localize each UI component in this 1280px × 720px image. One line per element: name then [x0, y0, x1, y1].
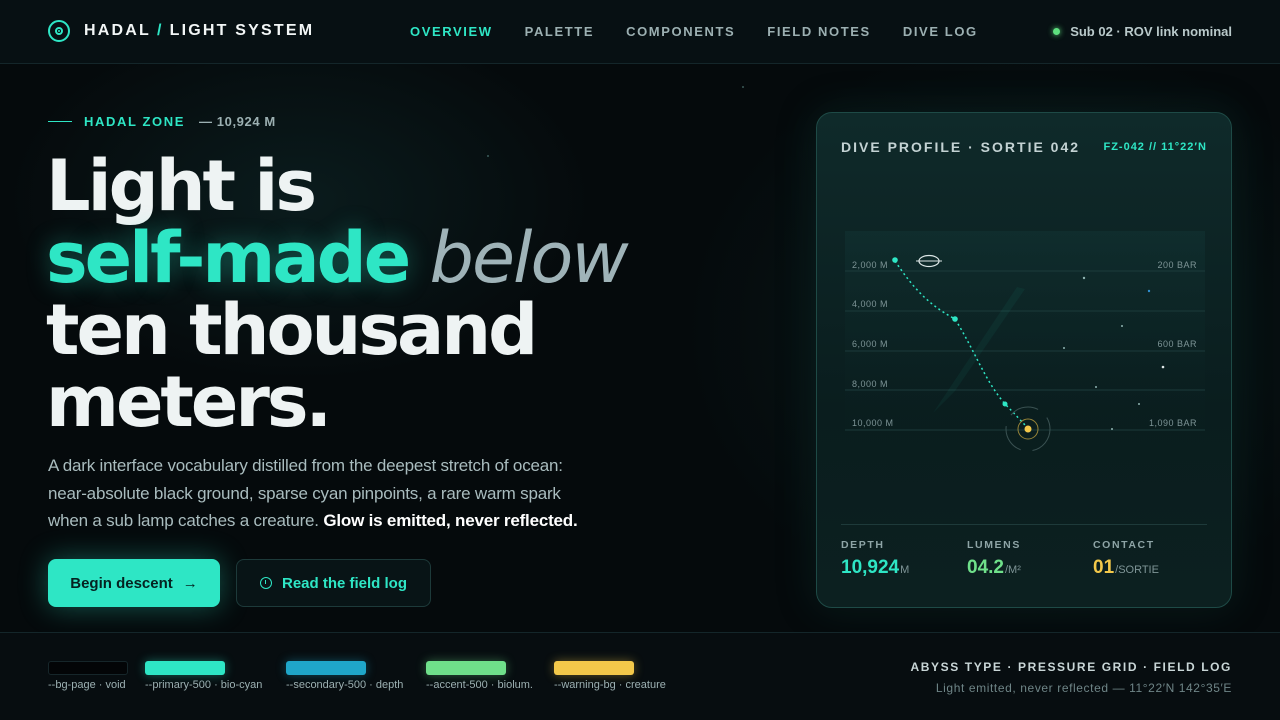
- swatch-primary[interactable]: --primary-500 · bio-cyan: [145, 661, 262, 691]
- swatch-bg-page[interactable]: --bg-page · void: [48, 661, 128, 691]
- depth-label: 10,000 M: [852, 418, 894, 428]
- swatch-label: --warning-bg · creature: [554, 679, 666, 691]
- speck: [1063, 347, 1065, 349]
- swatch-warning[interactable]: --warning-bg · creature: [554, 661, 666, 691]
- swatch-chip: [426, 661, 506, 675]
- swatch-chip: [286, 661, 366, 675]
- pressure-label: 200 BAR: [1157, 260, 1197, 270]
- top-header: HADAL / LIGHT SYSTEM OVERVIEW PALETTE COMP…: [0, 0, 1280, 64]
- stat-value: 10,924M: [841, 557, 910, 578]
- swatch-label: --primary-500 · bio-cyan: [145, 679, 263, 691]
- swatch-label: --bg-page · void: [48, 679, 126, 691]
- speck: [1095, 386, 1097, 388]
- stat-depth: DEPTH 10,924M: [841, 539, 909, 579]
- headline-accent: self-made: [46, 217, 411, 299]
- hero-headline: Light is self-made below ten thousand me…: [46, 145, 629, 443]
- waypoint: [892, 257, 898, 263]
- pressure-label: 600 BAR: [1157, 339, 1197, 349]
- begin-descent-button[interactable]: Begin descent →: [48, 559, 220, 607]
- status-text: Sub 02 · ROV link nominal: [1070, 24, 1232, 39]
- depth-label: 2,000 M: [852, 260, 888, 270]
- swatch-chip: [48, 661, 128, 675]
- brand-name: HADAL / LIGHT SYSTEM: [84, 22, 315, 39]
- swatch-chip: [145, 661, 225, 675]
- begin-descent-label: Begin descent: [70, 574, 173, 592]
- depth-label: 4,000 M: [852, 299, 888, 309]
- link-status: Sub 02 · ROV link nominal: [1053, 24, 1232, 39]
- nav-item-palette[interactable]: PALETTE: [525, 24, 594, 39]
- stat-label: CONTACT: [1093, 539, 1155, 551]
- nav-item-overview[interactable]: OVERVIEW: [410, 24, 493, 39]
- main-nav: OVERVIEW PALETTE COMPONENTS FIELD NOTES …: [410, 24, 978, 39]
- stat-label: LUMENS: [967, 539, 1021, 551]
- dive-profile-card: DIVE PROFILE · SORTIE 042 FZ-042 // 11°2…: [816, 112, 1232, 608]
- pressure-label: 1,090 BAR: [1149, 418, 1197, 428]
- hero-lede: A dark interface vocabulary distilled fr…: [48, 452, 588, 535]
- stat-contact: CONTACT 01/SORTIE: [1093, 539, 1159, 579]
- swatch-accent[interactable]: --accent-500 · biolum.: [426, 661, 533, 691]
- headline-italic: below: [429, 217, 629, 299]
- footer-subtitle: Light emitted, never reflected — 11°22′N…: [935, 681, 1232, 695]
- depth-label: 6,000 M: [852, 339, 888, 349]
- card-id: FZ-042 // 11°22′N: [1103, 141, 1207, 153]
- clock-icon: [259, 577, 272, 589]
- stat-lumens: LUMENS 04.2/M²: [967, 539, 1021, 579]
- speck: [1147, 289, 1151, 293]
- waypoint: [1002, 401, 1008, 407]
- depth-label: 8,000 M: [852, 379, 888, 389]
- particle: [742, 86, 744, 88]
- headline-line-2: self-made below: [46, 222, 629, 294]
- waypoint: [952, 316, 958, 322]
- speck: [1121, 325, 1123, 327]
- card-title: DIVE PROFILE · SORTIE 042: [841, 139, 1081, 155]
- swatch-label: --accent-500 · biolum.: [426, 679, 533, 691]
- swatch-label: --secondary-500 · depth: [286, 679, 404, 691]
- card-divider: [841, 524, 1207, 525]
- eyebrow-depth: — 10,924 M: [198, 114, 276, 129]
- palette-footer: --bg-page · void --primary-500 · bio-cya…: [0, 632, 1280, 720]
- headline-line-1: Light is: [46, 145, 317, 227]
- eyebrow-rule: [48, 121, 72, 122]
- lede-emphasis: Glow is emitted, never reflected.: [323, 511, 578, 530]
- stat-value: 04.2/M²: [967, 557, 1021, 578]
- eyebrow: HADAL ZONE — 10,924 M: [48, 114, 276, 129]
- nav-item-field-notes[interactable]: FIELD NOTES: [767, 24, 871, 39]
- swatch-secondary[interactable]: --secondary-500 · depth: [286, 661, 403, 691]
- stat-value: 01/SORTIE: [1093, 557, 1159, 578]
- speck: [1082, 276, 1086, 280]
- dive-profile-chart: 2,000 M 4,000 M 6,000 M 8,000 M 10,000 M…: [845, 231, 1205, 461]
- read-field-log-button[interactable]: Read the field log: [236, 559, 431, 607]
- speck: [1111, 428, 1113, 430]
- sonar-logo-icon: [48, 20, 70, 42]
- read-field-log-label: Read the field log: [281, 574, 407, 592]
- swatch-chip: [554, 661, 634, 675]
- speck: [1138, 403, 1140, 405]
- headline-line-4: meters.: [46, 361, 332, 443]
- arrow-right-icon: →: [182, 574, 198, 592]
- stat-label: DEPTH: [841, 539, 885, 551]
- speck: [1161, 365, 1165, 369]
- status-dot-icon: [1053, 28, 1061, 35]
- headline-line-3: ten thousand: [46, 289, 538, 371]
- nav-item-dive-log[interactable]: DIVE LOG: [903, 24, 978, 39]
- eyebrow-zone: HADAL ZONE: [84, 114, 185, 129]
- brand[interactable]: HADAL / LIGHT SYSTEM: [48, 20, 314, 42]
- nav-item-components[interactable]: COMPONENTS: [626, 24, 735, 39]
- footer-title: ABYSS TYPE · PRESSURE GRID · FIELD LOG: [910, 660, 1232, 674]
